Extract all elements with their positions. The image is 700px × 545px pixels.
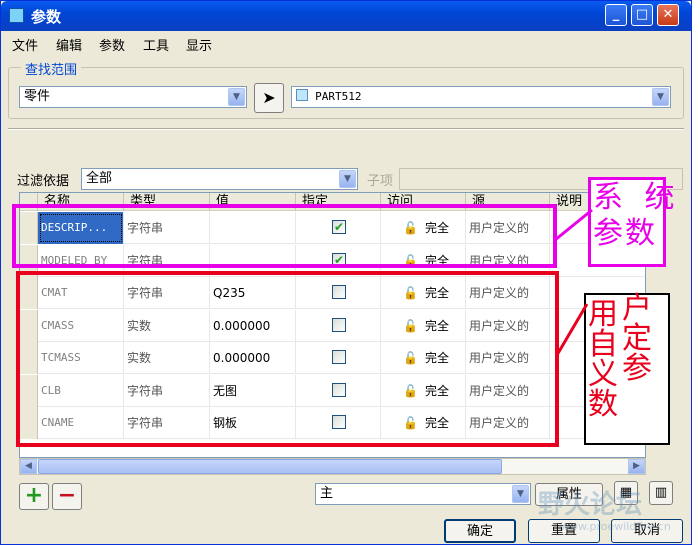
menu-parameters[interactable]: 参数 (99, 35, 125, 54)
user-params-label: 用 自 义 数 户 定 参 (586, 294, 670, 444)
part-icon (296, 89, 308, 101)
title-bar[interactable]: 参数 _ □ ✕ (1, 1, 691, 31)
user-label-col1: 用 自 义 数 (588, 297, 618, 422)
system-params-box (12, 204, 557, 268)
window-title: 参数 (31, 8, 62, 26)
chevron-down-icon[interactable]: ▼ (652, 88, 669, 106)
menu-display[interactable]: 显示 (186, 35, 212, 54)
menu-tools[interactable]: 工具 (143, 35, 169, 54)
scope-group-label: 查找范围 (21, 59, 82, 78)
object-type-select[interactable]: 零件 ▼ (19, 86, 247, 108)
scroll-right-icon[interactable]: ▶ (628, 459, 645, 474)
user-params-box (16, 271, 559, 447)
maximize-button[interactable]: □ (631, 4, 653, 26)
main-select[interactable]: 主 ▼ (315, 483, 531, 505)
cursor-arrow-icon: ➤ (262, 88, 276, 107)
filter-label: 过滤依据 (17, 174, 70, 189)
select-pointer-button[interactable]: ➤ (254, 83, 284, 113)
menu-edit[interactable]: 编辑 (56, 35, 82, 54)
divider (8, 128, 684, 130)
main-select-value: 主 (320, 486, 334, 501)
columns-icon[interactable]: ▥ (649, 481, 673, 505)
subitem-label: 子项 (367, 174, 394, 189)
chevron-down-icon[interactable]: ▼ (339, 170, 356, 188)
filter-value: 全部 (86, 171, 113, 186)
watermark-text: 野火论坛 (538, 490, 643, 520)
add-parameter-button[interactable]: + (19, 483, 49, 510)
chevron-down-icon[interactable]: ▼ (512, 485, 529, 503)
system-connector-line (554, 208, 593, 242)
remove-parameter-button[interactable]: − (52, 483, 82, 510)
part-select[interactable]: PART512 ▼ (291, 86, 671, 108)
watermark-url: www.proewildfire.cn (560, 520, 671, 533)
user-label-col2: 户 定 参 (622, 291, 652, 386)
horizontal-scrollbar[interactable]: ◀ ▶ (19, 458, 646, 475)
close-button[interactable]: ✕ (657, 4, 679, 26)
scroll-thumb[interactable] (38, 459, 502, 474)
object-type-value: 零件 (24, 89, 51, 104)
part-value: PART512 (315, 90, 362, 103)
filter-select[interactable]: 全部 ▼ (81, 168, 358, 190)
scroll-left-icon[interactable]: ◀ (20, 459, 37, 474)
system-params-label: 系 统 参数 (593, 180, 681, 251)
menu-bar: 文件 编辑 参数 工具 显示 (1, 31, 691, 55)
chevron-down-icon[interactable]: ▼ (228, 88, 245, 106)
window-icon (9, 8, 24, 23)
menu-file[interactable]: 文件 (12, 35, 38, 54)
minimize-button[interactable]: _ (605, 4, 627, 26)
ok-button[interactable]: 确定 (444, 519, 516, 543)
